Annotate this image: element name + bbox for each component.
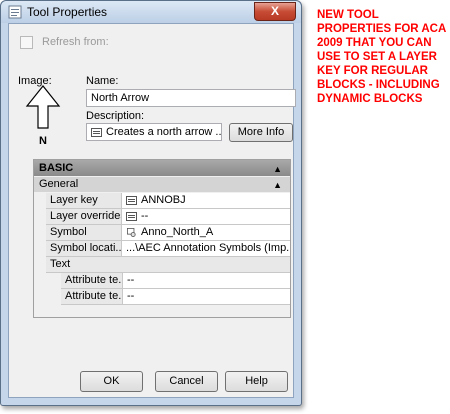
property-key: Layer overrides — [46, 209, 122, 224]
more-info-button[interactable]: More Info — [229, 123, 293, 142]
property-value[interactable]: -- — [122, 209, 290, 224]
property-key: Attribute te... — [61, 289, 123, 304]
property-value-text: -- — [141, 210, 149, 222]
group-text-label: Text — [46, 257, 290, 272]
doc-icon — [126, 211, 137, 221]
property-value-text: Anno_North_A — [141, 226, 214, 238]
description-field[interactable]: Creates a north arrow ... — [86, 123, 222, 141]
property-row-attribute-text[interactable]: Attribute te... -- — [61, 273, 290, 289]
description-value: Creates a north arrow ... — [106, 126, 222, 138]
category-general-label: General — [39, 178, 79, 190]
name-input[interactable]: North Arrow — [86, 89, 296, 107]
refresh-label: Refresh from: — [42, 36, 109, 48]
close-button[interactable]: X — [254, 2, 296, 21]
property-value[interactable]: ...\AEC Annotation Symbols (Imp... — [122, 241, 290, 256]
window-title: Tool Properties — [27, 5, 108, 19]
section-basic-label: BASIC — [39, 162, 74, 174]
property-grid: BASIC ▲ General ▲ Layer key ANNOBJ Layer… — [33, 159, 291, 318]
property-value[interactable]: -- — [123, 273, 290, 288]
north-arrow-icon[interactable]: N — [23, 84, 63, 146]
help-button[interactable]: Help — [225, 371, 288, 392]
tool-properties-dialog: Tool Properties X Refresh from: Image: N… — [0, 0, 302, 406]
collapse-icon[interactable]: ▲ — [273, 178, 282, 193]
property-row-layer-key[interactable]: Layer key ANNOBJ — [46, 193, 290, 209]
description-label: Description: — [86, 110, 145, 122]
property-key: Attribute te... — [61, 273, 123, 288]
ok-button[interactable]: OK — [80, 371, 143, 392]
property-value[interactable]: Anno_North_A — [122, 225, 290, 240]
doc-icon — [91, 127, 102, 137]
close-icon: X — [270, 4, 279, 18]
refresh-checkbox[interactable] — [20, 36, 33, 49]
property-value[interactable]: -- — [123, 289, 290, 304]
cancel-button[interactable]: Cancel — [155, 371, 218, 392]
property-key: Symbol — [46, 225, 122, 240]
block-icon — [127, 227, 136, 237]
property-row-symbol-location[interactable]: Symbol locati... ...\AEC Annotation Symb… — [46, 241, 290, 257]
title-bar[interactable]: Tool Properties X — [1, 1, 301, 23]
property-key: Layer key — [46, 193, 122, 208]
collapse-icon[interactable]: ▲ — [273, 161, 282, 177]
property-value[interactable]: ANNOBJ — [122, 193, 290, 208]
property-value-text: ANNOBJ — [141, 194, 186, 206]
name-label: Name: — [86, 75, 119, 87]
app-icon — [8, 5, 22, 19]
property-row-symbol[interactable]: Symbol Anno_North_A — [46, 225, 290, 241]
annotation-callout: NEW TOOL PROPERTIES FOR ACA 2009 THAT YO… — [317, 9, 446, 105]
doc-icon — [126, 195, 137, 205]
group-text[interactable]: Text — [46, 257, 290, 273]
property-key: Symbol locati... — [46, 241, 122, 256]
category-general[interactable]: General ▲ — [34, 177, 290, 192]
section-basic[interactable]: BASIC ▲ — [34, 160, 290, 176]
north-arrow-letter: N — [39, 135, 47, 146]
property-row-layer-overrides[interactable]: Layer overrides -- — [46, 209, 290, 225]
dialog-body: Refresh from: Image: N Name: North Arrow… — [8, 23, 296, 398]
property-row-attribute-text[interactable]: Attribute te... -- — [61, 289, 290, 305]
